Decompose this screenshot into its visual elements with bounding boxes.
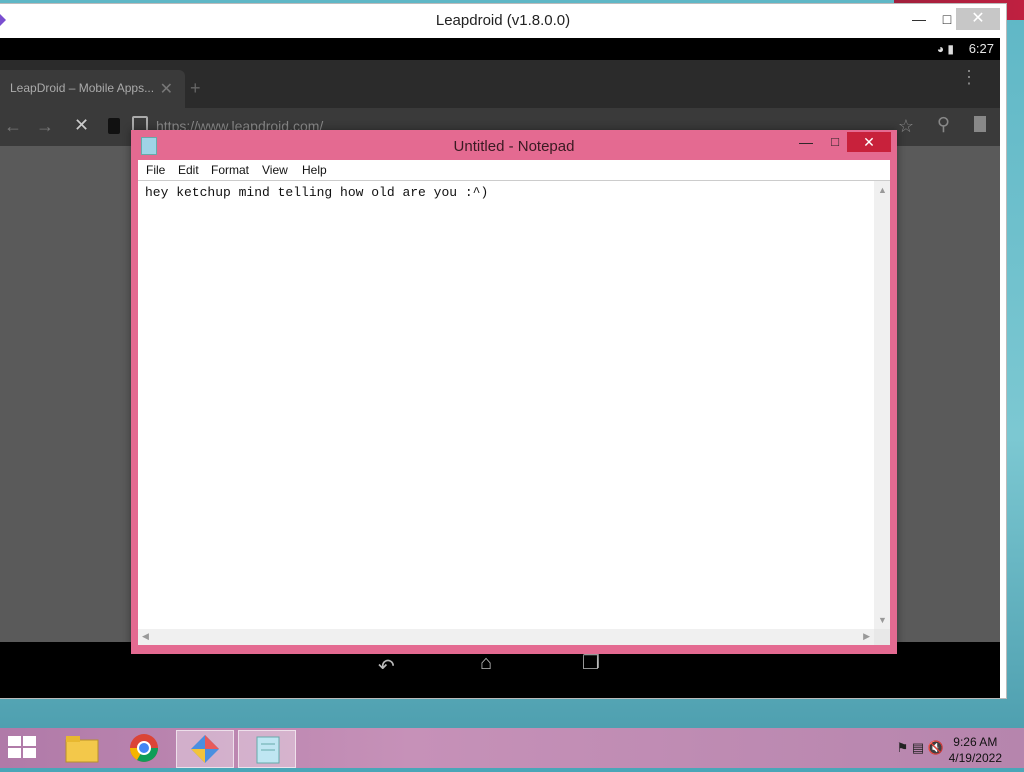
leapdroid-icon xyxy=(191,735,219,763)
taskbar: ⚑ ▤ 🔇 9:26 AM 4/19/2022 xyxy=(0,728,1024,768)
notepad-window: Untitled - Notepad — □ ✕ File Edit Forma… xyxy=(131,130,897,654)
android-home-icon[interactable]: ⌂ xyxy=(480,652,492,675)
notepad-title: Untitled - Notepad xyxy=(453,138,575,155)
menu-help[interactable]: Help xyxy=(302,163,327,177)
leapdroid-titlebar[interactable]: Leapdroid (v1.8.0.0) — □ ✕ xyxy=(0,4,1006,38)
resize-grip[interactable] xyxy=(874,629,890,645)
windows-logo-pane xyxy=(23,736,36,746)
android-status-bar: ◕ ▮ 6:27 xyxy=(0,38,1000,60)
leapdroid-window-title: Leapdroid (v1.8.0.0) xyxy=(435,12,571,29)
bookmark-icon[interactable] xyxy=(974,116,986,132)
stop-icon[interactable]: ✕ xyxy=(74,115,89,136)
tab-close-icon[interactable]: ✕ xyxy=(160,79,173,99)
scroll-right-icon[interactable]: ▶ xyxy=(863,631,870,642)
scroll-down-icon[interactable]: ▼ xyxy=(878,615,887,625)
overflow-menu-icon[interactable]: ⋮ xyxy=(960,68,978,86)
browser-tabstrip: LeapDroid – Mobile Apps... ✕ + ⋮ xyxy=(0,60,1000,108)
clock-date: 4/19/2022 xyxy=(948,751,1002,765)
vertical-scrollbar[interactable]: ▲ ▼ xyxy=(874,181,890,629)
system-tray-icons[interactable]: ⚑ ▤ 🔇 xyxy=(897,740,944,756)
new-tab-icon[interactable]: + xyxy=(190,78,201,99)
clock-time: 9:26 AM xyxy=(953,735,998,749)
menu-edit[interactable]: Edit xyxy=(178,163,199,177)
taskbar-file-explorer[interactable] xyxy=(54,730,110,766)
scroll-up-icon[interactable]: ▲ xyxy=(878,185,887,195)
leapdroid-close-button[interactable]: ✕ xyxy=(956,8,1000,30)
leapdroid-minimize-button[interactable]: — xyxy=(904,8,934,30)
menu-view[interactable]: View xyxy=(262,163,288,177)
horizontal-scrollbar[interactable]: ◀ ▶ xyxy=(138,629,874,645)
browser-tab[interactable]: LeapDroid – Mobile Apps... ✕ xyxy=(0,70,185,108)
notepad-close-button[interactable]: ✕ xyxy=(847,132,891,152)
scroll-left-icon[interactable]: ◀ xyxy=(142,631,149,642)
taskbar-chrome[interactable] xyxy=(116,730,172,766)
chrome-icon xyxy=(130,734,158,762)
notepad-maximize-button[interactable]: □ xyxy=(831,134,839,149)
taskbar-notepad[interactable] xyxy=(238,730,296,768)
bluetooth-icon xyxy=(108,118,120,134)
forward-arrow-icon[interactable]: → xyxy=(36,116,54,137)
start-button[interactable] xyxy=(8,736,38,760)
back-arrow-icon[interactable]: ← xyxy=(4,116,22,137)
taskbar-leapdroid[interactable] xyxy=(176,730,234,768)
notepad-app-icon xyxy=(256,736,280,764)
windows-logo-pane xyxy=(23,748,36,758)
notepad-minimize-button[interactable]: — xyxy=(799,134,813,150)
menu-file[interactable]: File xyxy=(146,163,165,177)
notepad-text-area[interactable]: hey ketchup mind telling how old are you… xyxy=(138,180,890,645)
windows-logo-icon xyxy=(8,736,21,746)
wifi-battery-icon: ◕ ▮ xyxy=(936,42,954,56)
status-time: 6:27 xyxy=(968,41,994,56)
search-icon[interactable]: ⚲ xyxy=(937,114,950,135)
windows-logo-pane xyxy=(8,748,21,758)
android-back-icon[interactable]: ↶ xyxy=(378,654,395,679)
star-icon[interactable]: ☆ xyxy=(898,116,914,137)
folder-icon xyxy=(65,736,99,763)
taskbar-clock[interactable]: 9:26 AM 4/19/2022 xyxy=(949,734,1002,766)
menu-format[interactable]: Format xyxy=(211,163,249,177)
browser-tab-label: LeapDroid – Mobile Apps... xyxy=(10,81,155,95)
notepad-menubar: File Edit Format View Help xyxy=(138,160,890,180)
notepad-content[interactable]: hey ketchup mind telling how old are you… xyxy=(145,185,488,200)
